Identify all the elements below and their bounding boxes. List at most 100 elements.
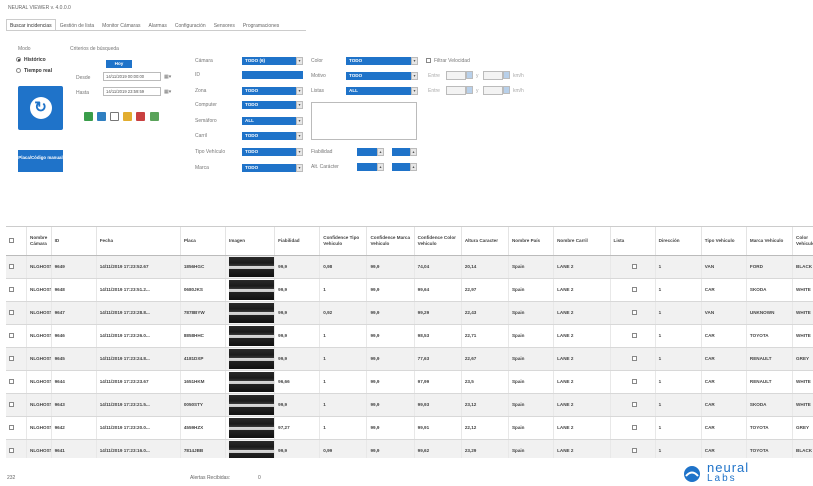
- col-header-country[interactable]: Nombre País: [508, 227, 555, 256]
- speed-min-field-2[interactable]: [446, 86, 466, 95]
- char-height-max-spin-icon[interactable]: ▴: [410, 163, 417, 171]
- row-select-cell[interactable]: [6, 301, 27, 325]
- list-checkbox[interactable]: [631, 379, 637, 385]
- col-header-direction[interactable]: Dirección: [655, 227, 702, 256]
- list-checkbox[interactable]: [631, 264, 637, 270]
- reliability-max-spin-icon[interactable]: ▴: [410, 148, 417, 156]
- row-select-checkbox[interactable]: [9, 448, 14, 454]
- color-select[interactable]: TODO: [346, 57, 411, 65]
- list-checkbox[interactable]: [631, 333, 637, 339]
- to-date-field[interactable]: 14/11/2019 23:59:59: [103, 87, 161, 96]
- col-header-image[interactable]: Imagen: [225, 227, 276, 256]
- plate-image[interactable]: [228, 279, 274, 300]
- from-calendar-icon[interactable]: ▦▾: [164, 74, 171, 80]
- table-row[interactable]: NLGHOST1964514/11/2019 17:23:24.8...4181…: [6, 347, 813, 371]
- reliability-min-spin-icon[interactable]: ▴: [377, 148, 384, 156]
- manual-plate-button[interactable]: Placa/Código manual: [18, 150, 63, 172]
- reason-dropdown-icon[interactable]: ▾: [411, 72, 418, 80]
- picture-icon[interactable]: [150, 112, 159, 121]
- col-header-vehicle-color[interactable]: Color Vehiculo: [792, 227, 813, 256]
- row-select-checkbox[interactable]: [9, 356, 14, 362]
- list-checkbox[interactable]: [631, 425, 637, 431]
- color-dropdown-icon[interactable]: ▾: [411, 57, 418, 65]
- row-select-checkbox[interactable]: [9, 333, 14, 339]
- plate-image[interactable]: [228, 348, 274, 369]
- plate-image[interactable]: [228, 417, 274, 438]
- row-select-cell[interactable]: [6, 416, 27, 440]
- reason-select[interactable]: TODO: [346, 72, 411, 80]
- table-row[interactable]: NLGHOST1964414/11/2019 17:23:23.671651HK…: [6, 370, 813, 394]
- col-header-vehicle-brand[interactable]: Marca Vehiculo: [746, 227, 794, 256]
- row-select-checkbox[interactable]: [9, 379, 14, 385]
- plate-image[interactable]: [228, 302, 274, 323]
- table-row[interactable]: NLGHOST1964714/11/2019 17:23:28.8...7878…: [6, 301, 813, 325]
- row-select-cell[interactable]: [6, 347, 27, 371]
- to-calendar-icon[interactable]: ▦▾: [164, 89, 171, 95]
- camera-select[interactable]: TODO (6): [242, 57, 296, 65]
- col-header-conf-type[interactable]: Confidence Tipo Vehiculo: [319, 227, 368, 256]
- plate-image[interactable]: [228, 371, 274, 392]
- reliability-max-field[interactable]: [392, 148, 410, 156]
- table-row[interactable]: NLGHOST1964914/11/2019 17:23:52.671856HG…: [6, 255, 813, 279]
- tab-schedules[interactable]: Programaciones: [239, 19, 283, 30]
- row-select-cell[interactable]: [6, 255, 27, 279]
- row-select-cell[interactable]: [6, 278, 27, 302]
- col-header-plate[interactable]: Placa: [180, 227, 226, 256]
- col-header-reliability[interactable]: Fiabilidad: [274, 227, 321, 256]
- vehicle-type-select[interactable]: TODO: [242, 148, 296, 156]
- today-button[interactable]: Hoy: [106, 60, 132, 68]
- lists-select[interactable]: ALL: [346, 87, 411, 95]
- brand-dropdown-icon[interactable]: ▾: [296, 164, 303, 172]
- char-height-max-field[interactable]: [392, 163, 410, 171]
- speed-max-field-2[interactable]: [483, 86, 503, 95]
- row-select-cell[interactable]: [6, 439, 27, 458]
- list-checkbox[interactable]: [631, 287, 637, 293]
- lane-dropdown-icon[interactable]: ▾: [296, 132, 303, 140]
- zone-dropdown-icon[interactable]: ▾: [296, 87, 303, 95]
- excel-export-icon[interactable]: [84, 112, 93, 121]
- mode-realtime-radio[interactable]: [16, 68, 21, 73]
- tab-list-management[interactable]: Gestión de lista: [56, 19, 98, 30]
- folder-icon[interactable]: [123, 112, 132, 121]
- id-field[interactable]: [242, 71, 303, 79]
- table-row[interactable]: NLGHOST1964314/11/2019 17:23:21.5...0050…: [6, 393, 813, 417]
- tab-search[interactable]: Buscar incidencias: [6, 19, 56, 30]
- select-all-header[interactable]: [6, 227, 27, 256]
- traffic-light-select[interactable]: ALL: [242, 117, 296, 125]
- char-height-min-spin-icon[interactable]: ▴: [377, 163, 384, 171]
- row-select-checkbox[interactable]: [9, 264, 14, 270]
- row-select-checkbox[interactable]: [9, 310, 14, 316]
- delete-icon[interactable]: [136, 112, 145, 121]
- lane-select[interactable]: TODO: [242, 132, 296, 140]
- col-header-conf-color[interactable]: Confidence Color Vehiculo: [414, 227, 462, 256]
- row-select-checkbox[interactable]: [9, 287, 14, 293]
- lists-dropdown-icon[interactable]: ▾: [411, 87, 418, 95]
- report-icon[interactable]: [110, 112, 119, 121]
- table-row[interactable]: NLGHOST1964114/11/2019 17:23:16.0...7814…: [6, 439, 813, 458]
- tab-sensors[interactable]: Sensores: [210, 19, 239, 30]
- mode-historic-radio[interactable]: [16, 57, 21, 62]
- traffic-light-dropdown-icon[interactable]: ▾: [296, 117, 303, 125]
- table-row[interactable]: NLGHOST1964614/11/2019 17:23:26.0...8858…: [6, 324, 813, 348]
- camera-dropdown-icon[interactable]: ▾: [296, 57, 303, 65]
- row-select-cell[interactable]: [6, 370, 27, 394]
- row-select-cell[interactable]: [6, 393, 27, 417]
- brand-select[interactable]: TODO: [242, 164, 296, 172]
- refresh-button[interactable]: ↻: [18, 86, 63, 130]
- plate-image[interactable]: [228, 440, 274, 458]
- char-height-min-field[interactable]: [357, 163, 377, 171]
- save-icon[interactable]: [97, 112, 106, 121]
- select-all-checkbox[interactable]: [9, 238, 14, 244]
- vehicle-type-dropdown-icon[interactable]: ▾: [296, 148, 303, 156]
- speed-filter-checkbox[interactable]: [426, 58, 431, 63]
- list-checkbox[interactable]: [631, 310, 637, 316]
- tab-alarms[interactable]: Alarmas: [145, 19, 171, 30]
- list-checkbox[interactable]: [631, 356, 637, 362]
- col-header-vehicle-type[interactable]: Tipo Vehiculo: [701, 227, 747, 256]
- speed-min-spin-icon-1[interactable]: [466, 71, 473, 79]
- zone-select[interactable]: TODO: [242, 87, 296, 95]
- from-date-field[interactable]: 14/11/2019 00:00:00: [103, 72, 161, 81]
- plate-image[interactable]: [228, 394, 274, 415]
- plate-image[interactable]: [228, 325, 274, 346]
- col-header-char-height[interactable]: Altura Caracter: [461, 227, 509, 256]
